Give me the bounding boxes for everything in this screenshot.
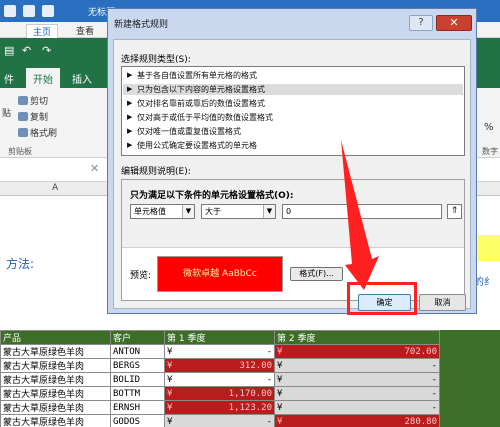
arrow-icon (341, 140, 379, 290)
red-arrow-annotation (341, 140, 379, 290)
